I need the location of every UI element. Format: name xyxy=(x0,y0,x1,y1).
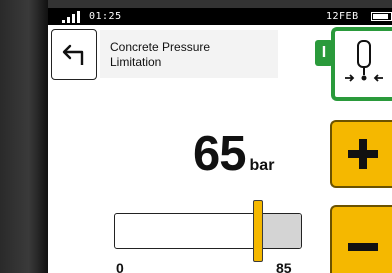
battery-icon xyxy=(371,12,392,21)
pressure-value: 65 xyxy=(193,127,247,181)
page-title: Concrete Pressure Limitation xyxy=(110,40,270,70)
pressure-readout: 65 bar xyxy=(193,126,274,182)
device-screen: 01:25 12FEB Concrete Pressure Limitation… xyxy=(48,8,392,273)
pressure-slider-track[interactable] xyxy=(114,213,302,249)
slider-min-label: 0 xyxy=(116,260,124,273)
plus-icon xyxy=(348,139,378,169)
back-arrow-icon xyxy=(62,44,84,65)
status-time: 01:25 xyxy=(89,11,122,22)
piston-pressure-icon xyxy=(345,40,383,82)
status-bar: 01:25 12FEB xyxy=(48,8,392,25)
device-bezel xyxy=(0,0,48,273)
page-title-line1: Concrete Pressure xyxy=(110,40,211,54)
pressure-slider-thumb[interactable] xyxy=(252,200,263,262)
minus-icon xyxy=(348,243,378,251)
page-title-line2: Limitation xyxy=(110,55,162,69)
decrease-button[interactable] xyxy=(330,205,392,273)
back-button[interactable] xyxy=(51,29,97,80)
signal-icon xyxy=(62,11,84,23)
slider-max-label: 85 xyxy=(276,260,292,273)
pressure-slider-remaining xyxy=(261,214,301,248)
pressure-unit: bar xyxy=(249,157,275,174)
increase-button[interactable] xyxy=(330,120,392,188)
status-date: 12FEB xyxy=(326,11,359,22)
mode-button[interactable] xyxy=(331,27,392,101)
